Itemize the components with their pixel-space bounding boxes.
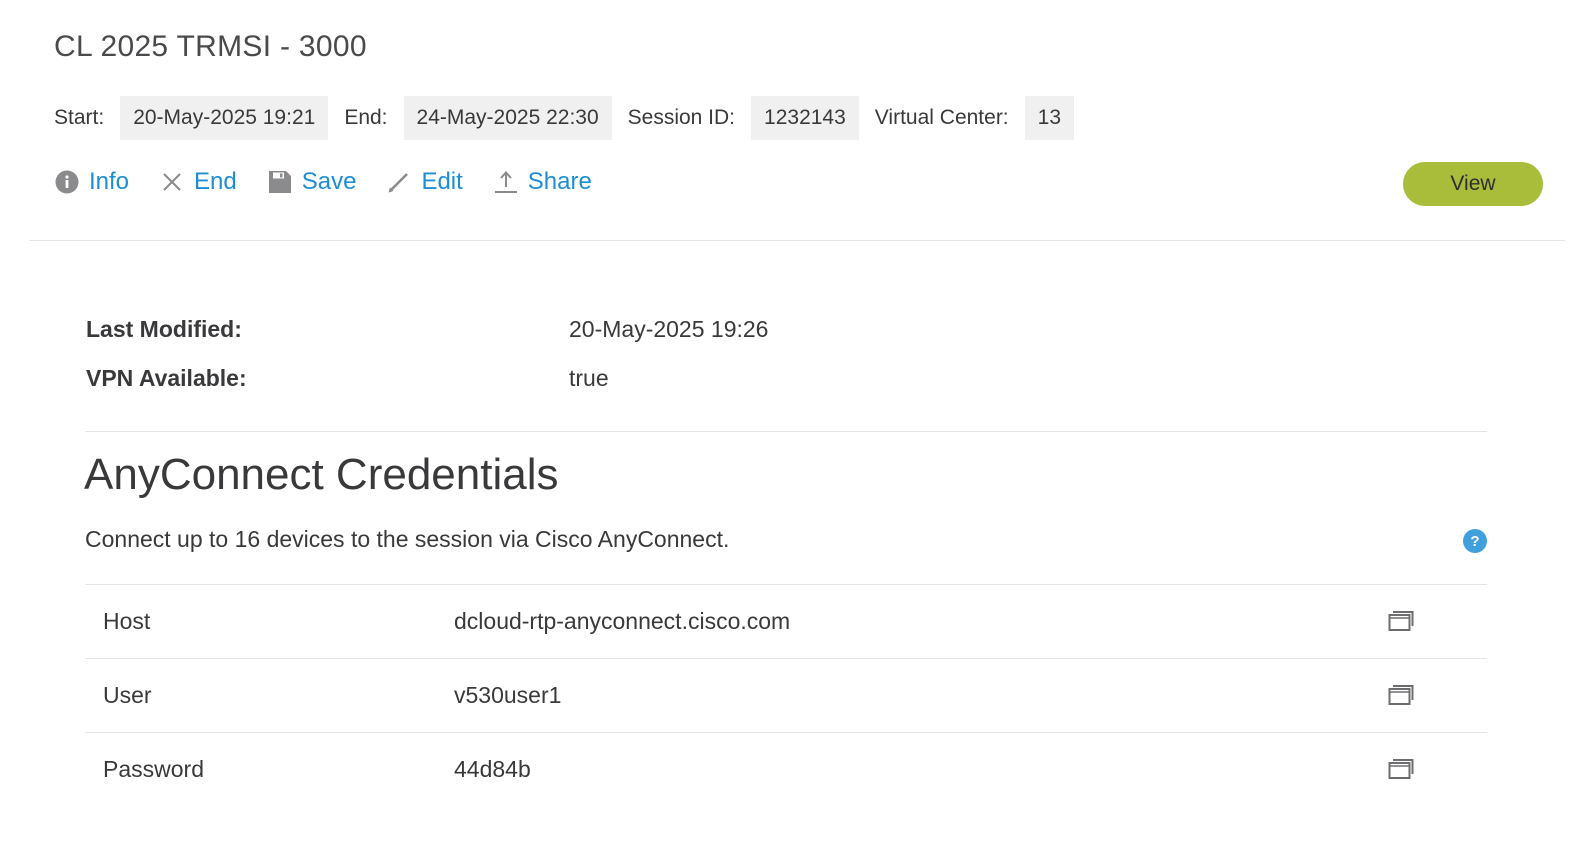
- edit-label: Edit: [421, 168, 463, 195]
- password-key: Password: [103, 756, 204, 782]
- header-divider: [29, 240, 1565, 241]
- end-label: End: [194, 168, 237, 195]
- save-label: Save: [301, 168, 357, 195]
- virtual-center-label: Virtual Center:: [874, 106, 1009, 129]
- question-icon[interactable]: ?: [1463, 529, 1487, 553]
- session-meta-row: Start: 20-May-2025 19:21 End: 24-May-202…: [54, 96, 1090, 140]
- user-value: v530user1: [454, 682, 562, 708]
- vpn-available-label: VPN Available:: [86, 365, 247, 391]
- copy-icon[interactable]: [1388, 757, 1414, 781]
- copy-icon[interactable]: [1388, 609, 1414, 633]
- end-label: End:: [344, 106, 388, 129]
- start-label: Start:: [54, 106, 105, 129]
- upload-icon: [493, 169, 519, 195]
- close-icon: [159, 169, 185, 195]
- last-modified-value: 20-May-2025 19:26: [569, 316, 769, 342]
- host-value: dcloud-rtp-anyconnect.cisco.com: [454, 608, 791, 634]
- view-button[interactable]: View: [1403, 162, 1543, 206]
- info-button[interactable]: Info: [54, 168, 129, 196]
- last-modified-label: Last Modified:: [86, 316, 242, 342]
- last-modified-row: Last Modified: 20-May-2025 19:26: [86, 316, 1486, 343]
- save-button[interactable]: Save: [267, 168, 357, 196]
- floppy-disk-icon: [267, 169, 293, 195]
- vpn-available-row: VPN Available: true: [86, 365, 1486, 392]
- host-key: Host: [103, 608, 151, 634]
- session-id-label: Session ID:: [627, 106, 736, 129]
- credential-row-host: Host dcloud-rtp-anyconnect.cisco.com: [85, 584, 1487, 658]
- anyconnect-title: AnyConnect Credentials: [84, 450, 559, 499]
- credential-row-password: Password 44d84b: [85, 732, 1487, 806]
- info-label: Info: [89, 168, 130, 195]
- start-value: 20-May-2025 19:21: [120, 96, 329, 140]
- session-title: CL 2025 TRMSI - 3000: [54, 30, 367, 63]
- action-toolbar: Info End Save Edit Share: [54, 164, 622, 200]
- vpn-available-value: true: [569, 365, 609, 391]
- edit-button[interactable]: Edit: [386, 168, 463, 196]
- credentials-table: Host dcloud-rtp-anyconnect.cisco.com Use…: [85, 584, 1487, 806]
- user-key: User: [103, 682, 152, 708]
- section-divider: [85, 431, 1487, 432]
- session-id-value: 1232143: [751, 96, 859, 140]
- virtual-center-value: 13: [1024, 96, 1075, 140]
- end-value: 24-May-2025 22:30: [403, 96, 612, 140]
- anyconnect-description: Connect up to 16 devices to the session …: [85, 526, 730, 552]
- share-button[interactable]: Share: [493, 168, 592, 196]
- info-icon: [54, 169, 80, 195]
- share-label: Share: [527, 168, 592, 195]
- end-button[interactable]: End: [159, 168, 237, 196]
- pencil-icon: [386, 169, 412, 195]
- credential-row-user: User v530user1: [85, 658, 1487, 732]
- password-value: 44d84b: [454, 756, 531, 782]
- copy-icon[interactable]: [1388, 683, 1414, 707]
